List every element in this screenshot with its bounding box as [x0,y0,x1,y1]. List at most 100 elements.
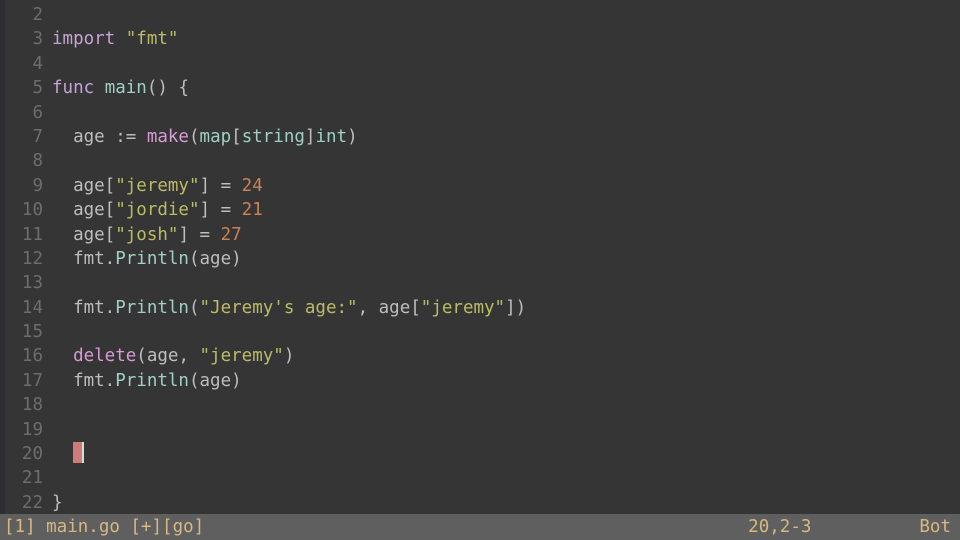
code-token-fn: Println [115,297,189,318]
code-token-type: map [199,126,232,147]
code-line-content[interactable]: fmt.Println(age) [43,369,242,393]
line-number: 21 [21,468,43,489]
code-line[interactable]: 6 [0,101,960,125]
code-token-num: 24 [241,175,263,196]
line-number: 16 [21,346,43,367]
code-token-plain: , age[ [357,297,421,318]
code-line[interactable]: 3 import "fmt" [0,27,960,51]
code-token-plain: ]) [505,297,527,318]
code-line[interactable]: 12 fmt.Println(age) [0,247,960,271]
line-number: 13 [21,273,43,294]
code-token-punct: ( [188,126,200,147]
code-line[interactable]: 21 [0,466,960,490]
code-line[interactable]: 13 [0,271,960,295]
code-line[interactable]: 18 [0,393,960,417]
code-token-str: "jordie" [115,200,200,221]
code-line-content[interactable]: func main() { [43,76,189,100]
code-line[interactable]: 20 [0,442,960,466]
code-token-plain: age[ [52,224,116,245]
line-number: 9 [32,175,43,196]
code-token-plain: ] = [199,200,242,221]
code-token-num: 21 [241,200,263,221]
code-line[interactable]: 2 [0,3,960,27]
statusline-cursor-position: 20,2-3 [748,517,812,537]
line-number: 8 [32,151,43,172]
line-number: 7 [32,126,43,147]
line-number: 20 [21,444,43,465]
code-line[interactable]: 15 [0,320,960,344]
code-token-fn: Println [115,370,189,391]
code-token-fn: Println [115,248,189,269]
code-token-builtin: delete [73,346,137,367]
code-line-content[interactable]: age := make(map[string]int) [43,125,358,149]
code-token-str: "jeremy" [199,346,284,367]
statusline-scroll-indicator: Bot [919,517,951,537]
code-token-type: string [241,126,305,147]
code-line[interactable]: 19 [0,418,960,442]
code-token-punct: ) [347,126,358,147]
code-line[interactable]: 7 age := make(map[string]int) [0,125,960,149]
code-token-plain: fmt. [52,297,116,318]
code-line[interactable]: 4 [0,52,960,76]
code-token-str: "josh" [115,224,179,245]
code-token-plain: age[ [52,200,116,221]
line-number: 22 [21,492,43,513]
line-number: 17 [21,370,43,391]
code-line-content[interactable]: age["jordie"] = 21 [43,198,263,222]
code-token-plain: age := [52,126,147,147]
code-token-type: int [315,126,348,147]
line-number: 12 [21,248,43,269]
code-line[interactable]: 9 age["jeremy"] = 24 [0,174,960,198]
line-number: 2 [32,5,43,25]
text-buffer[interactable]: 2 3 import "fmt" 4 5 func main() {6 7 age := m… [0,0,960,514]
vim-editor-window: 2 3 import "fmt" 4 5 func main() {6 7 age := m… [0,0,960,540]
code-line[interactable]: 17 fmt.Println(age) [0,369,960,393]
code-token-plain: age[ [52,175,116,196]
code-token-plain: fmt. [52,370,116,391]
code-token-num: 27 [220,224,242,245]
code-line[interactable]: 10 age["jordie"] = 21 [0,198,960,222]
code-token-punct: ] [304,126,316,147]
code-token-str: "jeremy" [420,297,506,318]
line-number: 5 [32,78,43,99]
code-token-plain: (age) [188,370,242,391]
line-number: 6 [32,102,43,123]
code-line[interactable]: 22} [0,491,960,515]
line-number: 19 [21,419,43,440]
code-line[interactable]: 16 delete(age, "jeremy") [0,344,960,368]
code-token-fn: main [104,78,147,99]
line-number: 10 [21,200,43,221]
code-token-punct: [ [231,126,242,147]
code-line-content[interactable] [43,442,85,466]
code-line-content[interactable]: import "fmt" [43,27,178,51]
line-number: 11 [21,224,43,245]
code-line[interactable]: 5 func main() { [0,76,960,100]
code-line[interactable]: 8 [0,149,960,173]
line-number: 3 [32,29,43,50]
code-token-punct: ( [188,297,200,318]
code-token-punct: () { [146,78,190,99]
code-token-str: "jeremy" [115,175,200,196]
code-line-content[interactable]: } [43,491,63,515]
block-cursor[interactable] [73,442,85,464]
code-line[interactable]: 11 age["josh"] = 27 [0,223,960,247]
code-token-kw: func [52,78,95,99]
line-number: 4 [32,53,43,74]
code-token-plain: fmt. [52,248,116,269]
code-token-builtin: make [146,126,189,147]
code-token-kw: import [52,29,116,50]
code-line-content[interactable]: age["josh"] = 27 [43,223,242,247]
code-token-str: "Jeremy's age:" [199,297,358,318]
code-line-content[interactable]: delete(age, "jeremy") [43,344,294,368]
code-token-plain: (age) [188,248,242,269]
code-line[interactable]: 14 fmt.Println("Jeremy's age:", age["jer… [0,296,960,320]
code-line-content[interactable]: fmt.Println("Jeremy's age:", age["jeremy… [43,296,526,320]
code-line-content[interactable]: age["jeremy"] = 24 [43,174,263,198]
code-line-content[interactable]: fmt.Println(age) [43,247,242,271]
code-token-plain: ) [283,346,295,367]
code-token-plain: ] = [178,224,221,245]
code-token-plain: (age, [136,346,200,367]
